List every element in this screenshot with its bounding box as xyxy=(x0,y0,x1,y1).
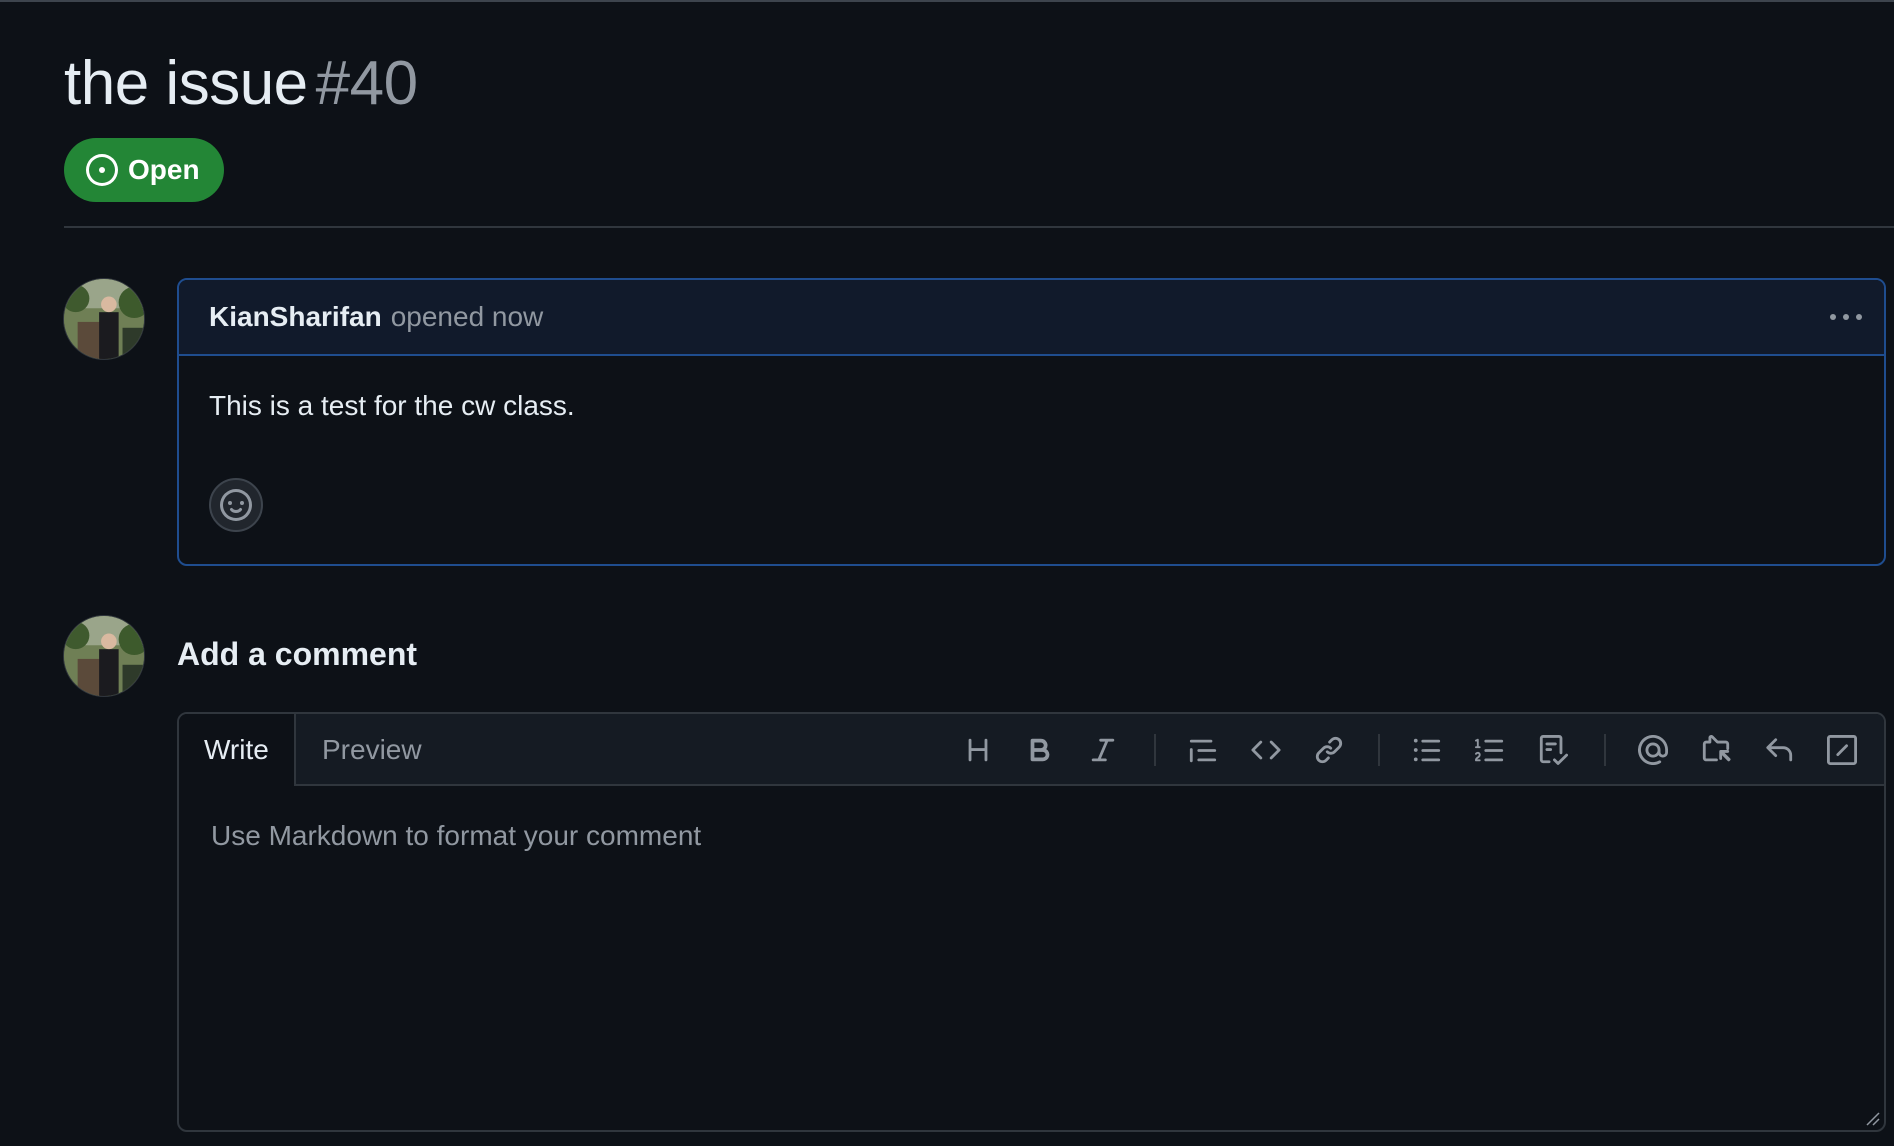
task-list-icon xyxy=(1539,735,1568,765)
issue-number: #40 xyxy=(315,49,418,118)
comment-header: KianSharifan opened now xyxy=(179,280,1884,356)
comment-editor: Write Preview xyxy=(177,712,1886,1132)
heading-icon xyxy=(968,738,988,762)
comment-body: This is a test for the cw class. xyxy=(209,390,575,421)
comment-timestamp[interactable]: opened now xyxy=(391,301,544,333)
tab-write[interactable]: Write xyxy=(179,714,296,786)
issue-opened-icon xyxy=(86,154,118,186)
issue-page: the issue #40 Open KianSharifan opened no… xyxy=(0,0,1894,1146)
task-list-button[interactable] xyxy=(1531,728,1575,772)
unordered-list-button[interactable] xyxy=(1405,728,1449,772)
comment-textarea[interactable] xyxy=(179,786,1884,1130)
cross-reference-button[interactable] xyxy=(1694,728,1738,772)
toolbar-separator xyxy=(1154,734,1156,766)
bold-icon xyxy=(1030,738,1050,762)
toolbar-separator xyxy=(1604,734,1606,766)
tab-preview[interactable]: Preview xyxy=(297,714,447,786)
heading-button[interactable] xyxy=(956,728,1000,772)
slash-commands-button[interactable] xyxy=(1820,728,1864,772)
add-reaction-button[interactable] xyxy=(209,478,263,532)
comment-author-link[interactable]: KianSharifan xyxy=(209,301,382,333)
slash-commands-icon xyxy=(1827,735,1857,765)
mention-icon xyxy=(1638,735,1668,765)
smiley-icon xyxy=(220,489,252,521)
resize-grip-icon[interactable] xyxy=(1864,1110,1880,1126)
issue-title-text: the issue xyxy=(64,49,308,118)
reply-icon xyxy=(1766,738,1793,762)
saved-reply-button[interactable] xyxy=(1757,728,1801,772)
italic-button[interactable] xyxy=(1081,728,1125,772)
comment-options-button[interactable] xyxy=(1826,300,1866,334)
unordered-list-icon xyxy=(1413,738,1441,762)
cross-reference-icon xyxy=(1702,735,1731,762)
quote-button[interactable] xyxy=(1181,728,1225,772)
kebab-horizontal-icon xyxy=(1830,314,1862,320)
editor-header: Write Preview xyxy=(179,714,1884,786)
issue-state-badge: Open xyxy=(64,138,224,202)
issue-comment: KianSharifan opened now This is a test f… xyxy=(177,278,1886,566)
bold-button[interactable] xyxy=(1018,728,1062,772)
avatar-image xyxy=(64,279,144,359)
add-comment-heading: Add a comment xyxy=(177,636,418,672)
avatar-image xyxy=(64,616,144,696)
issue-title: the issue #40 xyxy=(64,44,418,124)
issue-state-label: Open xyxy=(128,154,200,185)
current-user-avatar[interactable] xyxy=(63,615,145,697)
code-button[interactable] xyxy=(1244,728,1288,772)
quote-icon xyxy=(1189,739,1217,763)
ordered-list-icon xyxy=(1475,738,1504,762)
link-button[interactable] xyxy=(1307,728,1351,772)
code-icon xyxy=(1251,740,1281,760)
mention-button[interactable] xyxy=(1631,728,1675,772)
link-icon xyxy=(1315,736,1343,764)
top-border xyxy=(0,0,1894,2)
italic-icon xyxy=(1091,738,1115,762)
header-divider xyxy=(64,226,1894,228)
ordered-list-button[interactable] xyxy=(1468,728,1512,772)
author-avatar[interactable] xyxy=(63,278,145,360)
toolbar-separator xyxy=(1378,734,1380,766)
